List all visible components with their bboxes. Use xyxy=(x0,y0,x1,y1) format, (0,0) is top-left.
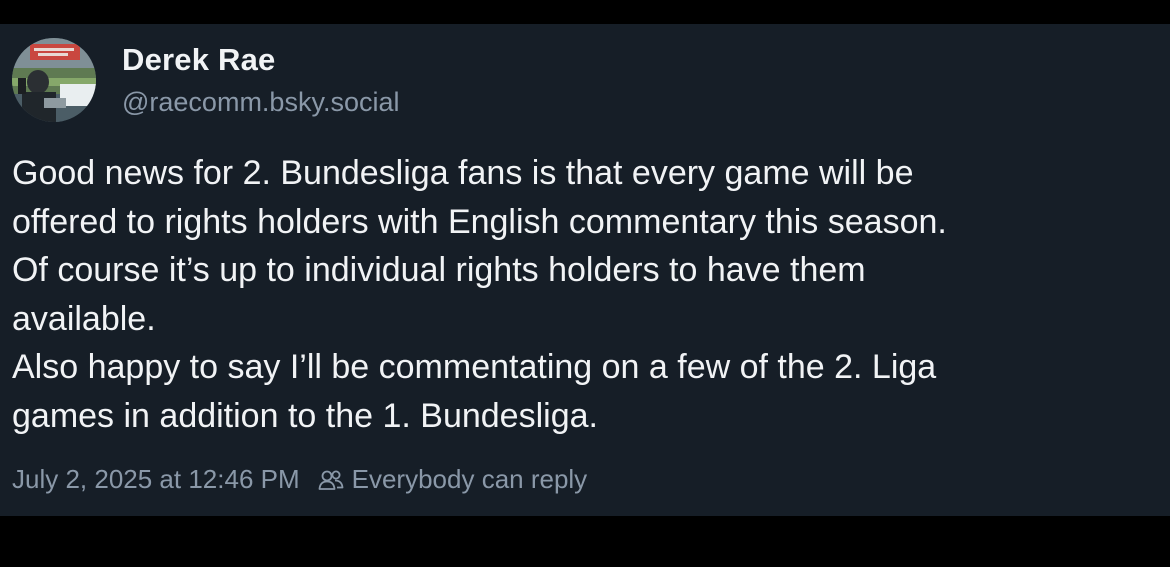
post-timestamp[interactable]: July 2, 2025 at 12:46 PM xyxy=(12,464,300,495)
reply-setting-label: Everybody can reply xyxy=(351,464,588,494)
post-text-line: Good news for 2. Bundesliga fans is that… xyxy=(12,154,914,192)
post-meta: July 2, 2025 at 12:46 PM Everybody can r… xyxy=(12,464,587,495)
post-card[interactable]: Derek Rae @raecomm.bsky.social Good news… xyxy=(0,24,1170,516)
post-text: Good news for 2. Bundesliga fans is that… xyxy=(12,149,1152,441)
post-text-line: Also happy to say I’ll be commentating o… xyxy=(12,348,937,387)
avatar[interactable] xyxy=(12,38,96,122)
profile-photo-avatar-icon xyxy=(12,38,96,122)
reply-setting: Everybody can reply xyxy=(318,464,588,495)
post-text-line: Of course it’s up to individual rights h… xyxy=(12,251,866,290)
author-display-name[interactable]: Derek Rae xyxy=(122,42,275,78)
people-icon xyxy=(318,470,344,490)
post-text-line: games in addition to the 1. Bundesliga. xyxy=(12,396,598,435)
post-text-line: available. xyxy=(12,299,156,338)
author-handle[interactable]: @raecomm.bsky.social xyxy=(122,87,399,118)
post-text-line: offered to rights holders with English c… xyxy=(12,202,947,241)
